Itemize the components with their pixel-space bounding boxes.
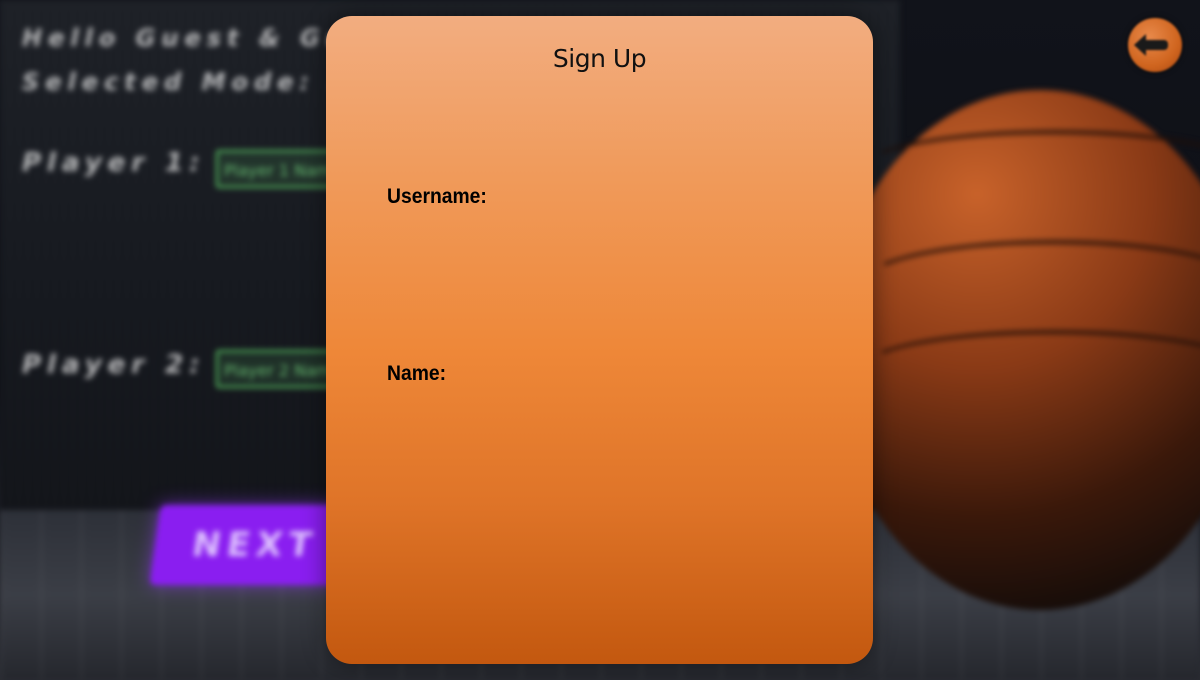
back-arrow-icon: [1134, 34, 1168, 56]
username-label: Username:: [387, 185, 487, 208]
name-label: Name:: [387, 362, 447, 385]
name-input[interactable]: [387, 395, 811, 431]
modal-title: Sign Up: [552, 44, 647, 73]
app-stage: Hello Guest & Guest! Selected Mode: Matc…: [0, 0, 1200, 680]
back-button[interactable]: [1128, 18, 1182, 72]
sign-up-modal: Sign Up Username: Name:: [326, 16, 873, 664]
username-input[interactable]: [387, 218, 811, 254]
player2-label: Player 2:: [22, 350, 206, 380]
player1-label: Player 1:: [22, 148, 206, 178]
